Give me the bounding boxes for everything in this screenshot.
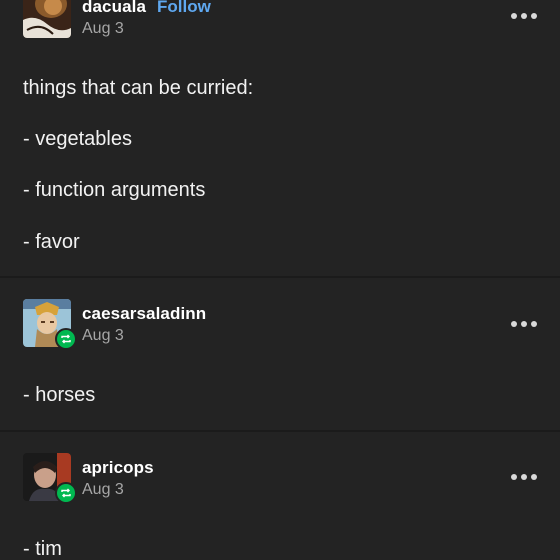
post-text-line: - function arguments xyxy=(23,179,206,201)
post-date[interactable]: Aug 3 xyxy=(82,327,124,345)
reblog-icon xyxy=(55,482,77,504)
username[interactable]: caesarsaladinn xyxy=(82,304,206,324)
post-text-line: - tim xyxy=(23,538,62,560)
username[interactable]: apricops xyxy=(82,458,154,478)
post-text-line: - favor xyxy=(23,231,80,253)
post-date[interactable]: Aug 3 xyxy=(82,481,124,499)
post-reblog: caesarsaladinn Aug 3 - horses xyxy=(0,278,560,430)
post-text-line: - vegetables xyxy=(23,128,132,150)
reblog-thread: dacuala Follow Aug 3 things that can be … xyxy=(0,0,560,560)
more-options-icon[interactable] xyxy=(511,11,537,21)
follow-button[interactable]: Follow xyxy=(157,0,211,17)
post-text-line: - horses xyxy=(23,384,96,406)
post-reblog: apricops Aug 3 - tim xyxy=(0,432,560,560)
post-text-line: things that can be curried: xyxy=(23,77,254,99)
post-date[interactable]: Aug 3 xyxy=(82,20,124,38)
reblog-icon xyxy=(55,328,77,350)
avatar[interactable] xyxy=(23,0,71,38)
more-options-icon[interactable] xyxy=(511,472,537,482)
post-original: dacuala Follow Aug 3 things that can be … xyxy=(0,0,560,276)
more-options-icon[interactable] xyxy=(511,319,537,329)
username[interactable]: dacuala xyxy=(82,0,146,17)
